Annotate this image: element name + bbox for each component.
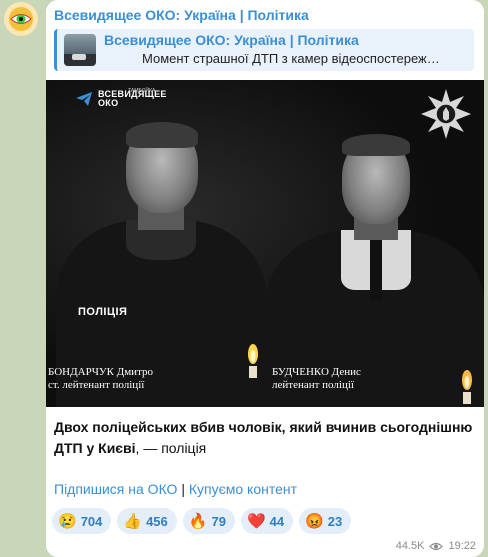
caption-bold-text: Двох поліцейських вбив чоловік, який вчи… bbox=[54, 419, 473, 456]
reaction-angry[interactable]: 😡 23 bbox=[299, 508, 352, 534]
forwarded-message-preview[interactable]: Всевидящее ОКО: Україна | Політика Момен… bbox=[54, 29, 474, 71]
logo-line-2: ОКО bbox=[98, 98, 119, 108]
police-star-emblem-icon bbox=[421, 89, 471, 139]
reaction-thumbs-up[interactable]: 👍 456 bbox=[117, 508, 177, 534]
officer-right-rank: лейтенант поліції bbox=[272, 379, 354, 391]
message-bubble: Всевидящее ОКО: Україна | Політика Всеви… bbox=[46, 0, 484, 557]
heart-icon: ❤️ bbox=[246, 512, 266, 530]
reaction-fire[interactable]: 🔥 79 bbox=[182, 508, 235, 534]
officer-right-name-plate: БУДЧЕНКО Денис лейтенант поліції bbox=[272, 366, 361, 392]
message-caption: Двох поліцейських вбив чоловік, який вчи… bbox=[54, 417, 474, 459]
officer-left-rank: ст. лейтенант поліції bbox=[48, 379, 145, 391]
buy-content-link[interactable]: Купуємо контент bbox=[189, 481, 297, 497]
reaction-count: 44 bbox=[269, 513, 285, 529]
message-links: Підпишися на ОКО | Купуємо контент bbox=[54, 481, 297, 497]
memorial-photo[interactable]: ВСЕВИДЯЩЕЕ ОКО ТАМБОЙКА ПОЛІЦІЯ БОНДАРЧУ… bbox=[46, 80, 484, 407]
logo-small-text: ТАМБОЙКА bbox=[128, 88, 156, 94]
fire-icon: 🔥 bbox=[188, 512, 208, 530]
eye-logo-icon bbox=[9, 7, 33, 31]
reactions-bar: 😢 704 👍 456 🔥 79 ❤️ 44 😡 23 bbox=[52, 508, 352, 534]
reaction-count: 704 bbox=[80, 513, 103, 529]
candle-icon bbox=[248, 344, 258, 378]
thumbs-up-icon: 👍 bbox=[123, 512, 143, 530]
reaction-crying[interactable]: 😢 704 bbox=[52, 508, 112, 534]
angry-face-icon: 😡 bbox=[305, 512, 324, 530]
forward-title: Всевидящее ОКО: Україна | Політика bbox=[104, 32, 359, 48]
reaction-heart[interactable]: ❤️ 44 bbox=[240, 508, 294, 534]
police-patch-label: ПОЛІЦІЯ bbox=[78, 306, 128, 318]
channel-avatar[interactable] bbox=[4, 2, 38, 36]
reaction-count: 456 bbox=[146, 513, 168, 529]
crying-face-icon: 😢 bbox=[58, 512, 77, 530]
candle-icon bbox=[462, 370, 472, 404]
forward-thumbnail bbox=[64, 34, 96, 66]
reaction-count: 23 bbox=[327, 513, 343, 529]
channel-name[interactable]: Всевидящее ОКО: Україна | Політика bbox=[54, 7, 309, 23]
officer-left-name: БОНДАРЧУК Дмитро bbox=[48, 366, 154, 378]
officer-left-name-plate: БОНДАРЧУК Дмитро ст. лейтенант поліції bbox=[48, 366, 153, 392]
links-separator: | bbox=[177, 481, 189, 497]
message-time: 19:22 bbox=[448, 540, 476, 552]
officer-right-name: БУДЧЕНКО Денис bbox=[272, 366, 361, 378]
reaction-count: 79 bbox=[211, 513, 226, 529]
view-count: 44.5K bbox=[395, 540, 425, 552]
caption-rest-text: , — поліція bbox=[135, 440, 207, 456]
forward-text: Момент страшної ДТП з камер відеоспостер… bbox=[142, 51, 440, 66]
eye-views-icon bbox=[429, 542, 444, 550]
telegram-plane-icon bbox=[76, 92, 92, 106]
subscribe-link[interactable]: Підпишися на ОКО bbox=[54, 481, 177, 497]
message-meta: 44.5K 19:22 bbox=[396, 540, 476, 552]
photo-watermark-logo: ВСЕВИДЯЩЕЕ ОКО ТАМБОЙКА bbox=[76, 88, 167, 108]
